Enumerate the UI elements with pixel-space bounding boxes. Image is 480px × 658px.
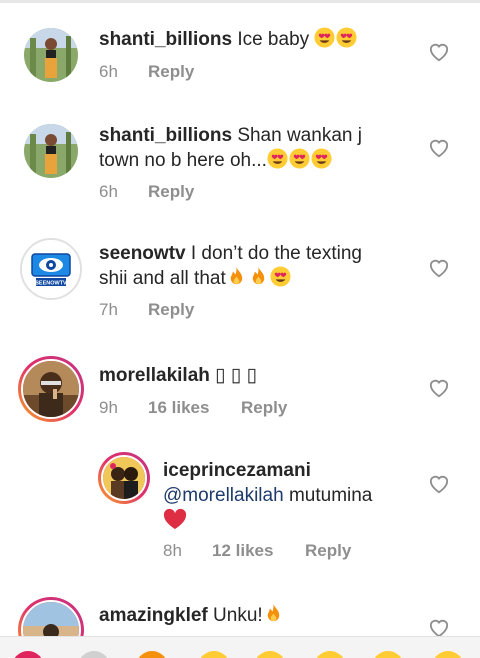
fire-emoji-icon (252, 266, 264, 285)
heart-eyes-emoji-icon (314, 27, 335, 48)
top-divider (0, 0, 480, 3)
heart-eyes-emoji-icon (311, 148, 332, 169)
avatar[interactable] (24, 28, 78, 82)
emoji-reaction-bar (0, 636, 480, 658)
red-heart-emoji-icon (163, 508, 187, 529)
comment-username[interactable]: morellakilah (99, 365, 210, 386)
comment-text-line2: town no b here oh... (99, 150, 267, 171)
comment-text: I don’t do the texting (190, 243, 362, 264)
heart-eyes-emoji-icon (270, 266, 291, 287)
emoji-reaction-icon[interactable] (78, 651, 110, 658)
comment-body: shanti_billions Shan wankan j town no b … (99, 123, 409, 173)
comment-text: ▯ ▯ ▯ (215, 365, 258, 386)
comment-body: iceprincezamani @morellakilah mutumina (163, 458, 413, 534)
emoji-reaction-icon[interactable] (372, 651, 404, 658)
avatar[interactable] (24, 124, 78, 178)
heart-eyes-emoji-icon (267, 148, 288, 169)
emoji-reaction-icon[interactable] (314, 651, 346, 658)
emoji-reaction-icon[interactable] (198, 651, 230, 658)
likes-count[interactable]: 16 likes (148, 398, 209, 418)
like-heart-icon[interactable] (428, 42, 450, 62)
reply-button[interactable]: Reply (148, 182, 194, 202)
reply-button[interactable]: Reply (241, 398, 287, 418)
comment-text-line2: shii and all that (99, 268, 226, 289)
heart-eyes-emoji-icon (336, 27, 357, 48)
comment-text: Unku! (213, 605, 263, 626)
reply-button[interactable]: Reply (148, 300, 194, 320)
emoji-reaction-icon[interactable] (12, 651, 44, 658)
comment-text: Shan wankan j (237, 125, 362, 146)
heart-eyes-emoji-icon (289, 148, 310, 169)
emoji-reaction-icon[interactable] (432, 651, 464, 658)
reply-button[interactable]: Reply (148, 62, 194, 82)
mention-link[interactable]: @morellakilah (163, 485, 284, 506)
comment-username[interactable]: shanti_billions (99, 125, 232, 146)
avatar[interactable] (98, 452, 150, 504)
comment-body: seenowtv I don’t do the texting shii and… (99, 241, 409, 291)
comment-username[interactable]: amazingklef (99, 605, 208, 626)
emoji-reaction-icon[interactable] (254, 651, 286, 658)
like-heart-icon[interactable] (428, 138, 450, 158)
like-heart-icon[interactable] (428, 258, 450, 278)
fire-emoji-icon (230, 266, 242, 285)
avatar[interactable]: SEENOWTV (20, 238, 82, 300)
comment-text: Ice baby (237, 29, 310, 50)
comment-time: 8h (163, 541, 182, 560)
comment-body: morellakilah ▯ ▯ ▯ (99, 363, 409, 388)
comment-text: mutumina (288, 485, 373, 506)
comment-username[interactable]: shanti_billions (99, 29, 232, 50)
reply-button[interactable]: Reply (305, 541, 351, 561)
comment-time: 9h (99, 398, 118, 417)
fire-emoji-icon (267, 603, 279, 622)
avatar-brand-text: SEENOWTV (35, 281, 67, 287)
like-heart-icon[interactable] (428, 618, 450, 638)
comment-body: shanti_billions Ice baby (99, 27, 399, 52)
avatar[interactable] (18, 356, 84, 422)
like-heart-icon[interactable] (428, 378, 450, 398)
emoji-reaction-icon[interactable] (136, 651, 168, 658)
like-heart-icon[interactable] (428, 474, 450, 494)
comment-time: 7h (99, 300, 118, 319)
comment-time: 6h (99, 62, 118, 81)
comment-username[interactable]: seenowtv (99, 243, 186, 264)
likes-count[interactable]: 12 likes (212, 541, 273, 561)
comment-username[interactable]: iceprincezamani (163, 460, 311, 481)
comment-time: 6h (99, 182, 118, 201)
comment-body: amazingklef Unku! (99, 603, 409, 628)
